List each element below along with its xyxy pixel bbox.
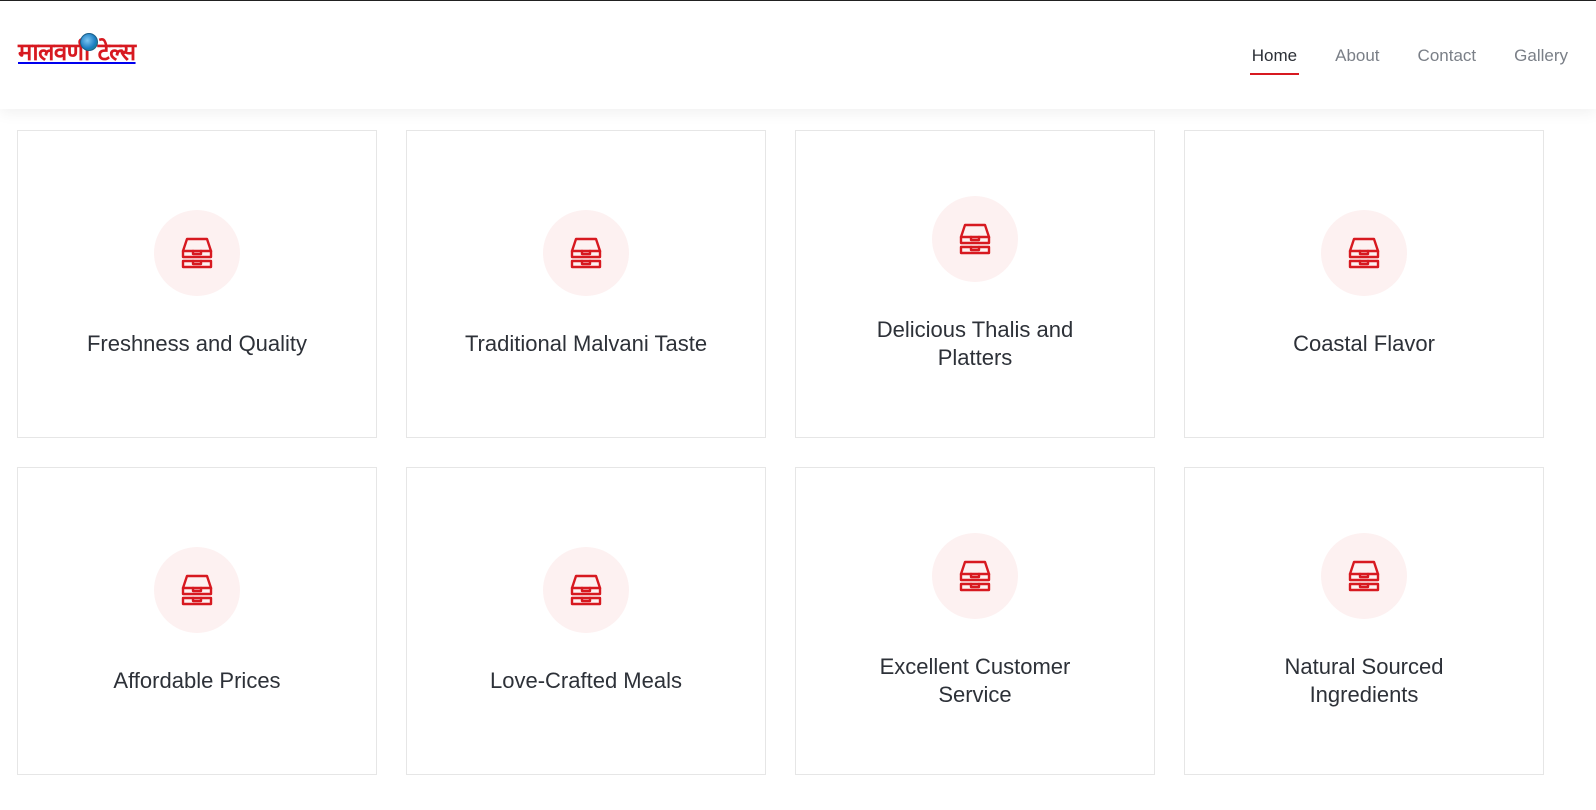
feature-card: Delicious Thalis and Platters bbox=[795, 130, 1155, 438]
food-box-icon bbox=[154, 210, 240, 296]
feature-card: Traditional Malvani Taste bbox=[406, 130, 766, 438]
food-box-icon bbox=[154, 547, 240, 633]
feature-card: Natural Sourced Ingredients bbox=[1184, 467, 1544, 775]
feature-title: Coastal Flavor bbox=[1293, 331, 1435, 356]
food-box-icon bbox=[543, 547, 629, 633]
feature-title: Traditional Malvani Taste bbox=[464, 331, 708, 356]
nav-gallery[interactable]: Gallery bbox=[1514, 45, 1568, 75]
logo-text: मालवणी टेल्स bbox=[18, 37, 136, 66]
features-grid: Freshness and Quality Traditional Malvan… bbox=[17, 130, 1545, 775]
feature-title: Affordable Prices bbox=[113, 668, 281, 693]
nav-contact[interactable]: Contact bbox=[1418, 45, 1477, 75]
food-box-icon bbox=[1321, 210, 1407, 296]
site-logo[interactable]: मालवणी टेल्स bbox=[18, 33, 136, 68]
feature-title: Excellent Customer Service bbox=[879, 654, 1071, 707]
nav-home[interactable]: Home bbox=[1249, 45, 1300, 75]
main-nav: Home About Contact Gallery bbox=[1214, 45, 1596, 75]
feature-card: Freshness and Quality bbox=[17, 130, 377, 438]
feature-title: Natural Sourced Ingredients bbox=[1284, 654, 1444, 707]
food-box-icon bbox=[932, 533, 1018, 619]
feature-card: Excellent Customer Service bbox=[795, 467, 1155, 775]
feature-title: Delicious Thalis and Platters bbox=[876, 317, 1074, 370]
globe-icon bbox=[80, 33, 98, 51]
nav-about[interactable]: About bbox=[1335, 45, 1379, 75]
feature-title: Love-Crafted Meals bbox=[490, 668, 682, 693]
feature-card: Love-Crafted Meals bbox=[406, 467, 766, 775]
food-box-icon bbox=[543, 210, 629, 296]
food-box-icon bbox=[932, 196, 1018, 282]
food-box-icon bbox=[1321, 533, 1407, 619]
feature-card: Affordable Prices bbox=[17, 467, 377, 775]
feature-card: Coastal Flavor bbox=[1184, 130, 1544, 438]
site-header: मालवणी टेल्स Home About Contact Gallery bbox=[0, 1, 1596, 109]
feature-title: Freshness and Quality bbox=[86, 331, 308, 356]
